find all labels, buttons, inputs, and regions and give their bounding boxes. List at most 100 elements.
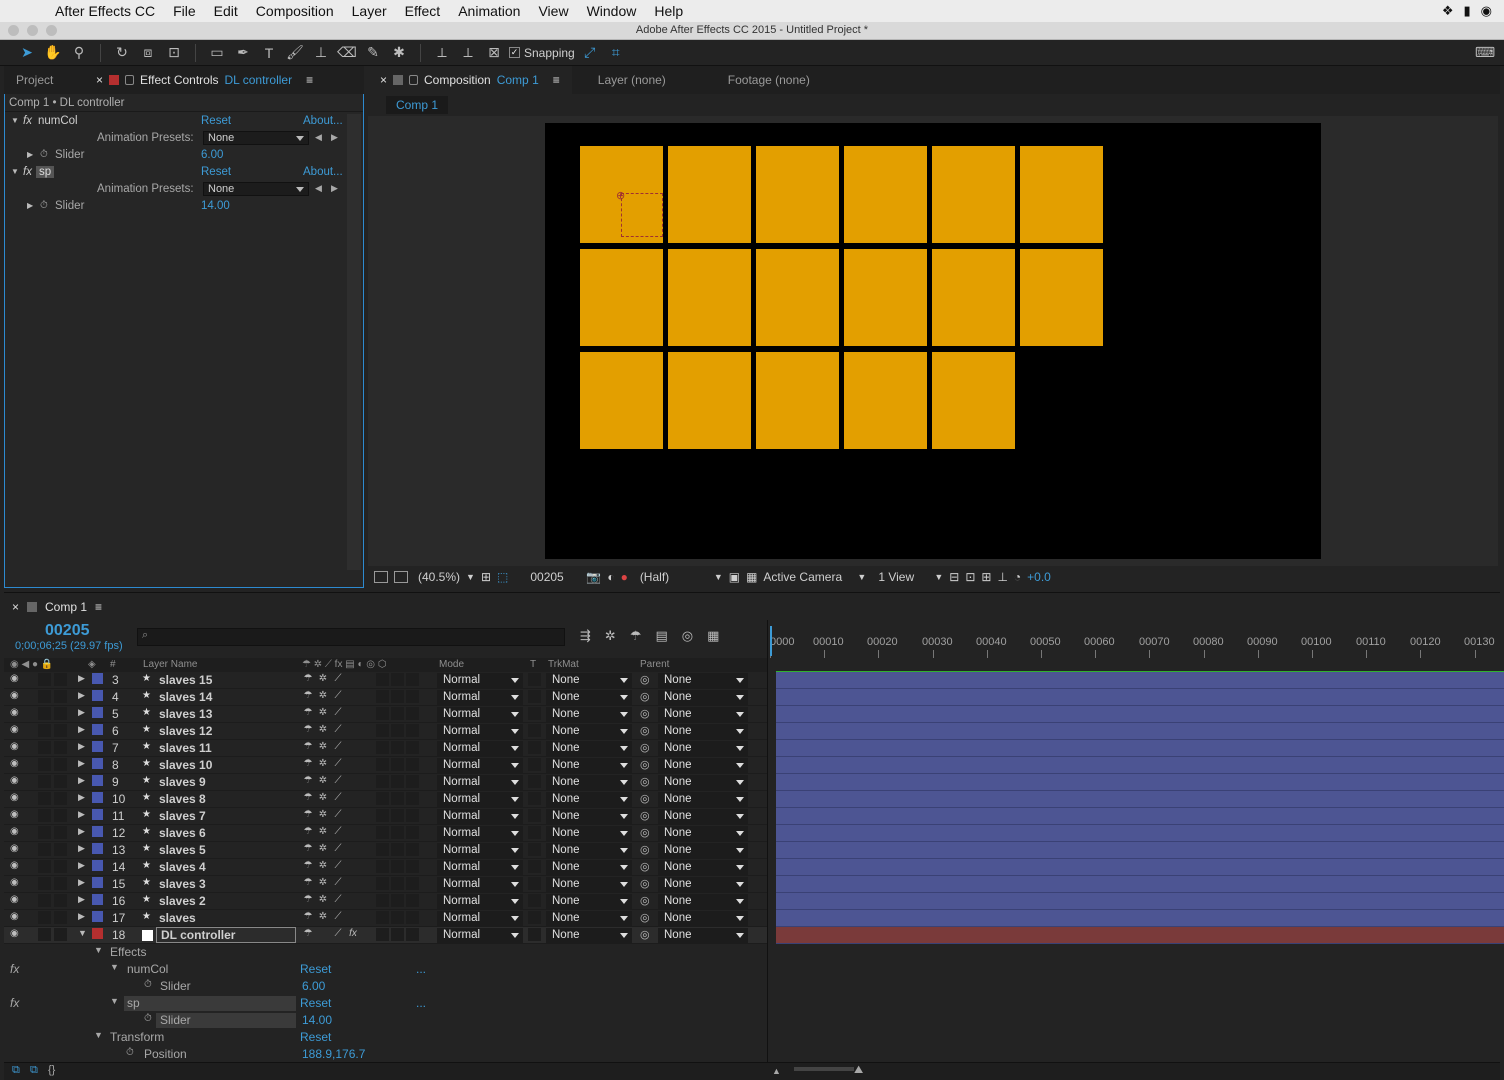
switch-box[interactable] [406,894,419,907]
pickwhip-icon[interactable]: ◎ [640,911,650,924]
effects-switch-icon[interactable] [347,826,359,838]
fx-icon[interactable]: fx [10,962,19,976]
reset-exposure-icon[interactable]: ◔ [1014,570,1021,584]
solo-toggle[interactable] [54,928,67,941]
layer-name[interactable]: slaves 6 [159,826,206,840]
switch-box[interactable] [391,758,404,771]
zoom-tool-icon[interactable]: ⚲ [68,43,90,63]
switch-box[interactable] [376,928,389,941]
pickwhip-icon[interactable]: ◎ [640,792,650,805]
switch-box[interactable] [406,860,419,873]
mode-dropdown[interactable]: Normal [437,877,523,892]
slider-value[interactable]: 14.00 [201,200,230,212]
label-color-swatch[interactable] [92,775,103,786]
menu-effect[interactable]: Effect [396,3,450,19]
effects-switch-icon[interactable]: fx [347,928,359,940]
chevron-down-icon[interactable]: ▼ [857,572,866,582]
expand-triangle-icon[interactable]: ▶ [27,150,37,159]
pickwhip-icon[interactable]: ◎ [640,673,650,686]
eye-icon[interactable]: ◉ [10,690,19,701]
switch-box[interactable] [376,843,389,856]
label-icon[interactable]: ◈ [88,659,96,670]
eye-icon[interactable]: ◉ [10,724,19,735]
switches-icons[interactable]: ☂ ✲ ⟋ fx ▤ ◐ ◎ ⬡ [302,659,387,670]
quality-icon[interactable]: ⟋ [332,775,344,787]
time-ruler[interactable]: 0000 00010 00020 00030 00040 00050 00060… [768,628,1504,658]
expand-triangle-icon[interactable]: ▶ [27,201,37,210]
numcol-effect-row[interactable]: fx ▼ numCol Reset ... [4,961,768,978]
slave-tile[interactable] [844,352,927,449]
mode-dropdown[interactable]: Normal [437,894,523,909]
world-axis-icon[interactable]: ⟂ [457,43,479,63]
roto-brush-tool-icon[interactable]: ✎ [362,43,384,63]
expand-triangle-icon[interactable]: ▶ [78,775,85,786]
layer-name[interactable]: slaves 2 [159,894,206,908]
switch-box[interactable] [406,707,419,720]
chevron-down-icon[interactable]: ▼ [934,572,943,582]
collapse-icon[interactable]: ✲ [317,809,329,821]
layer-duration-bar[interactable] [776,757,1504,774]
layer-row[interactable]: ◉ ▶ 3 ★ slaves 15 ☂ ✲ ⟋ Normal None ◎ None [4,672,768,689]
expand-triangle-icon[interactable]: ▶ [78,792,85,803]
about-button[interactable]: About... [303,115,343,127]
layer-duration-bar[interactable] [776,825,1504,842]
layer-row[interactable]: ◉ ▶ 6 ★ slaves 12 ☂ ✲ ⟋ Normal None ◎ None [4,723,768,740]
hand-tool-icon[interactable]: ✋ [42,43,64,63]
stopwatch-icon[interactable]: ⏱ [40,149,48,160]
parent-dropdown[interactable]: None [658,741,748,756]
dl-controller-null[interactable] [621,193,663,237]
trkmat-dropdown[interactable]: None [546,690,632,705]
audio-toggle[interactable] [38,928,51,941]
solo-toggle[interactable] [54,826,67,839]
pickwhip-icon[interactable]: ◎ [640,894,650,907]
slave-tile[interactable] [844,146,927,243]
mask-visibility-icon[interactable]: ⬚ [497,570,508,584]
shy-layers-icon[interactable]: ☂ [630,628,642,644]
mode-dropdown[interactable]: Normal [437,860,523,875]
label-color-swatch[interactable] [92,860,103,871]
lock-icon[interactable] [409,75,419,85]
workspace-icon[interactable]: ⌨ [1474,43,1496,63]
layer-duration-bar[interactable] [776,876,1504,893]
menu-layer[interactable]: Layer [343,3,396,19]
layer-duration-bar[interactable] [776,774,1504,791]
expand-triangle-icon[interactable]: ▶ [78,826,85,837]
collapse-icon[interactable]: ✲ [317,843,329,855]
effects-switch-icon[interactable] [347,707,359,719]
layer-name[interactable]: slaves 3 [159,877,206,891]
audio-toggle[interactable] [38,724,51,737]
slider-value[interactable]: 6.00 [201,149,223,161]
local-axis-icon[interactable]: ⟂ [431,43,453,63]
creative-cloud-icon[interactable]: ◉ [1481,3,1492,19]
collapse-icon[interactable]: ✲ [317,775,329,787]
tab-composition[interactable]: × Composition Comp 1 ≡ [368,66,572,94]
audio-toggle[interactable] [38,741,51,754]
switch-box[interactable] [391,860,404,873]
trkmat-dropdown[interactable]: None [546,928,632,943]
scrollbar[interactable] [347,114,361,570]
audio-toggle[interactable] [38,843,51,856]
effects-switch-icon[interactable] [347,775,359,787]
reset-button[interactable]: Reset [300,1030,331,1044]
trkmat-dropdown[interactable]: None [546,911,632,926]
preserve-transparency-box[interactable] [528,707,541,720]
preserve-transparency-box[interactable] [528,741,541,754]
collapse-triangle-icon[interactable]: ▼ [94,945,103,955]
menu-window[interactable]: Window [578,3,646,19]
mode-dropdown[interactable]: Normal [437,724,523,739]
eye-icon[interactable]: ◉ [10,911,19,922]
shy-icon[interactable]: ☂ [302,860,314,872]
switch-box[interactable] [376,758,389,771]
layer-row[interactable]: ◉ ▶ 8 ★ slaves 10 ☂ ✲ ⟋ Normal None ◎ None [4,757,768,774]
switch-box[interactable] [406,877,419,890]
effects-switch-icon[interactable] [347,860,359,872]
effects-switch-icon[interactable] [347,741,359,753]
trkmat-dropdown[interactable]: None [546,673,632,688]
layer-name[interactable]: slaves 13 [159,707,212,721]
anchor-point-icon[interactable]: ⊕ [616,189,625,202]
slave-tile[interactable] [844,249,927,346]
next-preset-icon[interactable]: ▶ [331,132,338,143]
snap-features-icon[interactable]: ⌗ [605,43,627,63]
switch-box[interactable] [391,707,404,720]
preserve-transparency-box[interactable] [528,911,541,924]
